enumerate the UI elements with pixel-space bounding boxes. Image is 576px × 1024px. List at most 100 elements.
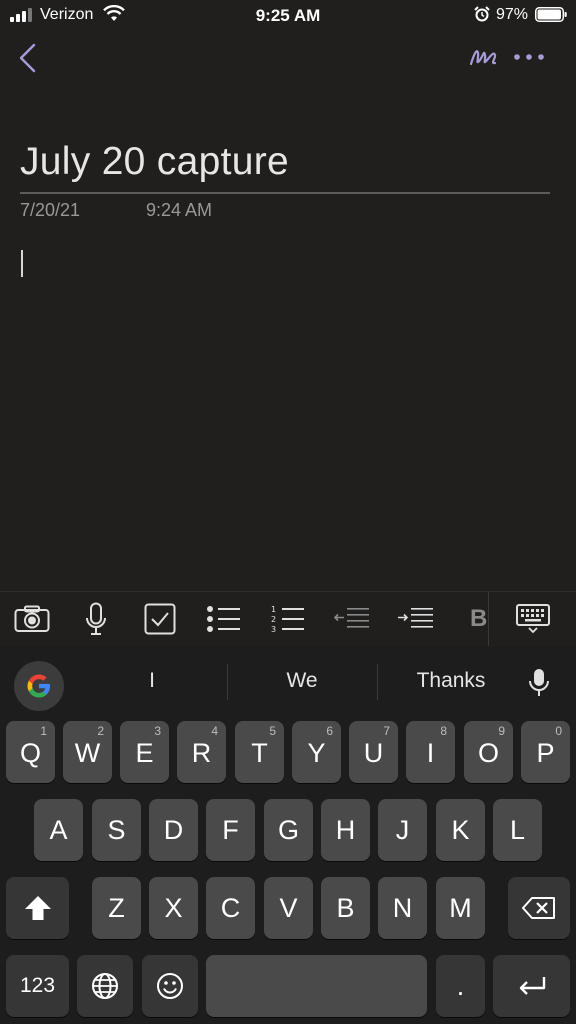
dictate-button[interactable]	[70, 592, 122, 646]
microphone-icon[interactable]	[527, 668, 551, 698]
key-j[interactable]: J	[378, 799, 427, 861]
numbered-list-icon: 1 2 3	[271, 605, 304, 634]
key-t[interactable]: 5T	[235, 721, 284, 783]
text-cursor[interactable]	[21, 250, 23, 277]
keyboard: I We Thanks 1Q 2W 3E 4R 5T 6Y 7U 8I 9O 0…	[0, 646, 576, 1024]
indent-icon	[398, 608, 433, 628]
numbers-key[interactable]: 123	[6, 955, 69, 1017]
chevron-left-icon[interactable]	[16, 42, 40, 74]
key-label: W	[74, 737, 101, 768]
key-label: Y	[307, 737, 326, 768]
period-key[interactable]: .	[436, 955, 485, 1017]
return-icon	[519, 977, 545, 995]
space-key[interactable]	[206, 955, 427, 1017]
keyboard-hide-button[interactable]	[488, 592, 576, 646]
suggestion-2[interactable]: We	[228, 646, 376, 716]
google-icon	[27, 674, 50, 698]
key-r[interactable]: 4R	[177, 721, 226, 783]
key-d[interactable]: D	[149, 799, 198, 861]
backspace-icon	[522, 897, 555, 919]
key-k[interactable]: K	[436, 799, 485, 861]
key-f[interactable]: F	[206, 799, 255, 861]
shift-icon	[24, 896, 51, 920]
key-label: O	[477, 737, 499, 768]
globe-icon	[92, 973, 118, 999]
google-button[interactable]	[14, 661, 64, 711]
camera-icon	[14, 605, 50, 632]
return-key[interactable]	[493, 955, 570, 1017]
key-number: 0	[555, 724, 562, 738]
key-w[interactable]: 2W	[63, 721, 112, 783]
svg-text:2: 2	[271, 615, 276, 624]
bold-button[interactable]: B	[464, 592, 488, 646]
key-m[interactable]: M	[436, 877, 485, 939]
pen-icon[interactable]	[468, 44, 498, 70]
key-o[interactable]: 9O	[464, 721, 513, 783]
key-a[interactable]: A	[34, 799, 83, 861]
key-label: E	[135, 737, 154, 768]
backspace-key[interactable]	[508, 877, 570, 939]
key-label: R	[191, 737, 212, 768]
suggestion-bar: I We Thanks	[0, 646, 576, 716]
emoji-key[interactable]	[142, 955, 198, 1017]
globe-key[interactable]	[77, 955, 133, 1017]
key-y[interactable]: 6Y	[292, 721, 341, 783]
note-title[interactable]: July 20 capture	[20, 140, 289, 184]
key-q[interactable]: 1Q	[6, 721, 55, 783]
note-time: 9:24 AM	[146, 200, 213, 220]
key-number: 5	[269, 724, 276, 738]
key-label: U	[363, 737, 384, 768]
key-b[interactable]: B	[321, 877, 370, 939]
outdent-icon	[333, 608, 369, 628]
key-u[interactable]: 7U	[349, 721, 398, 783]
more-icon[interactable]	[512, 50, 546, 64]
key-v[interactable]: V	[264, 877, 313, 939]
key-label: P	[536, 737, 555, 768]
bulleted-list-icon	[207, 606, 240, 632]
svg-text:3: 3	[271, 625, 276, 634]
key-number: 7	[383, 724, 390, 738]
key-number: 3	[154, 724, 161, 738]
key-h[interactable]: H	[321, 799, 370, 861]
shift-key[interactable]	[6, 877, 69, 939]
indent-button[interactable]	[390, 592, 442, 646]
formatting-toolbar: 1 2 3 B	[0, 591, 576, 646]
key-label: T	[251, 737, 268, 768]
keyboard-hide-icon	[516, 604, 550, 634]
note-toolbar	[0, 34, 576, 84]
battery-icon	[535, 7, 567, 22]
status-bar: Verizon 9:25 AM 97%	[0, 0, 576, 32]
suggestion-1[interactable]: I	[78, 646, 226, 716]
key-z[interactable]: Z	[92, 877, 141, 939]
key-number: 8	[440, 724, 447, 738]
key-l[interactable]: L	[493, 799, 542, 861]
checkbox-icon	[144, 603, 176, 635]
key-c[interactable]: C	[206, 877, 255, 939]
key-number: 6	[326, 724, 333, 738]
emoji-icon	[157, 973, 183, 999]
key-p[interactable]: 0P	[521, 721, 570, 783]
title-divider	[20, 192, 550, 194]
suggestion-3[interactable]: Thanks	[378, 646, 524, 716]
key-i[interactable]: 8I	[406, 721, 455, 783]
key-number: 2	[97, 724, 104, 738]
key-s[interactable]: S	[92, 799, 141, 861]
key-number: 9	[498, 724, 505, 738]
note-date: 7/20/21	[20, 200, 81, 220]
key-label: Q	[19, 737, 41, 768]
key-x[interactable]: X	[149, 877, 198, 939]
bold-icon: B	[470, 605, 488, 632]
checkbox-button[interactable]	[134, 592, 186, 646]
key-number: 4	[211, 724, 218, 738]
battery-percent: 97%	[496, 6, 529, 23]
bulleted-list-button[interactable]	[198, 592, 250, 646]
microphone-icon	[86, 602, 106, 635]
key-g[interactable]: G	[264, 799, 313, 861]
alarm-icon	[474, 6, 490, 22]
key-n[interactable]: N	[378, 877, 427, 939]
camera-button[interactable]	[6, 592, 58, 646]
outdent-button[interactable]	[326, 592, 378, 646]
numbered-list-button[interactable]: 1 2 3	[262, 592, 314, 646]
svg-text:1: 1	[271, 605, 276, 614]
key-e[interactable]: 3E	[120, 721, 169, 783]
